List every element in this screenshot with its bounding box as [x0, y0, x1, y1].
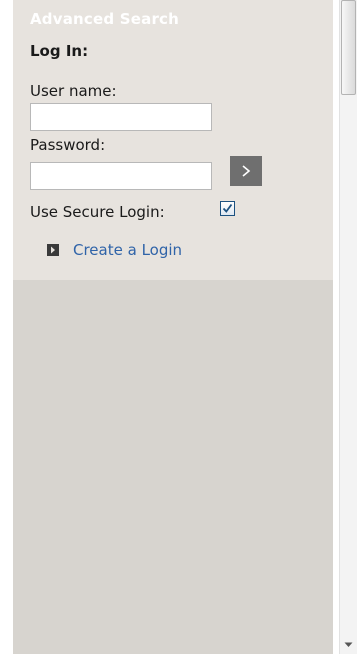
- arrow-down-icon: [344, 642, 353, 647]
- chevron-right-icon: [242, 165, 251, 177]
- username-input[interactable]: [30, 103, 212, 131]
- create-login-label: Create a Login: [73, 241, 183, 259]
- create-login-link[interactable]: Create a Login: [47, 241, 182, 259]
- secure-login-label: Use Secure Login:: [30, 203, 165, 221]
- sidebar-panel: Advanced Search Log In: User name: Passw…: [13, 0, 333, 654]
- scroll-down-button[interactable]: [341, 638, 356, 652]
- vertical-scrollbar[interactable]: [339, 0, 357, 654]
- page: Advanced Search Log In: User name: Passw…: [0, 0, 357, 654]
- scrollbar-thumb[interactable]: [341, 0, 356, 95]
- login-box: Advanced Search Log In: User name: Passw…: [13, 0, 333, 280]
- advanced-search-link[interactable]: Advanced Search: [30, 10, 179, 28]
- login-submit-button[interactable]: [230, 156, 262, 186]
- password-label: Password:: [30, 136, 106, 154]
- checkmark-icon: [222, 203, 233, 213]
- password-input[interactable]: [30, 162, 212, 190]
- bullet-arrow-icon: [47, 244, 59, 256]
- username-label: User name:: [30, 82, 117, 100]
- secure-login-checkbox[interactable]: [220, 201, 235, 216]
- login-title: Log In:: [30, 42, 89, 60]
